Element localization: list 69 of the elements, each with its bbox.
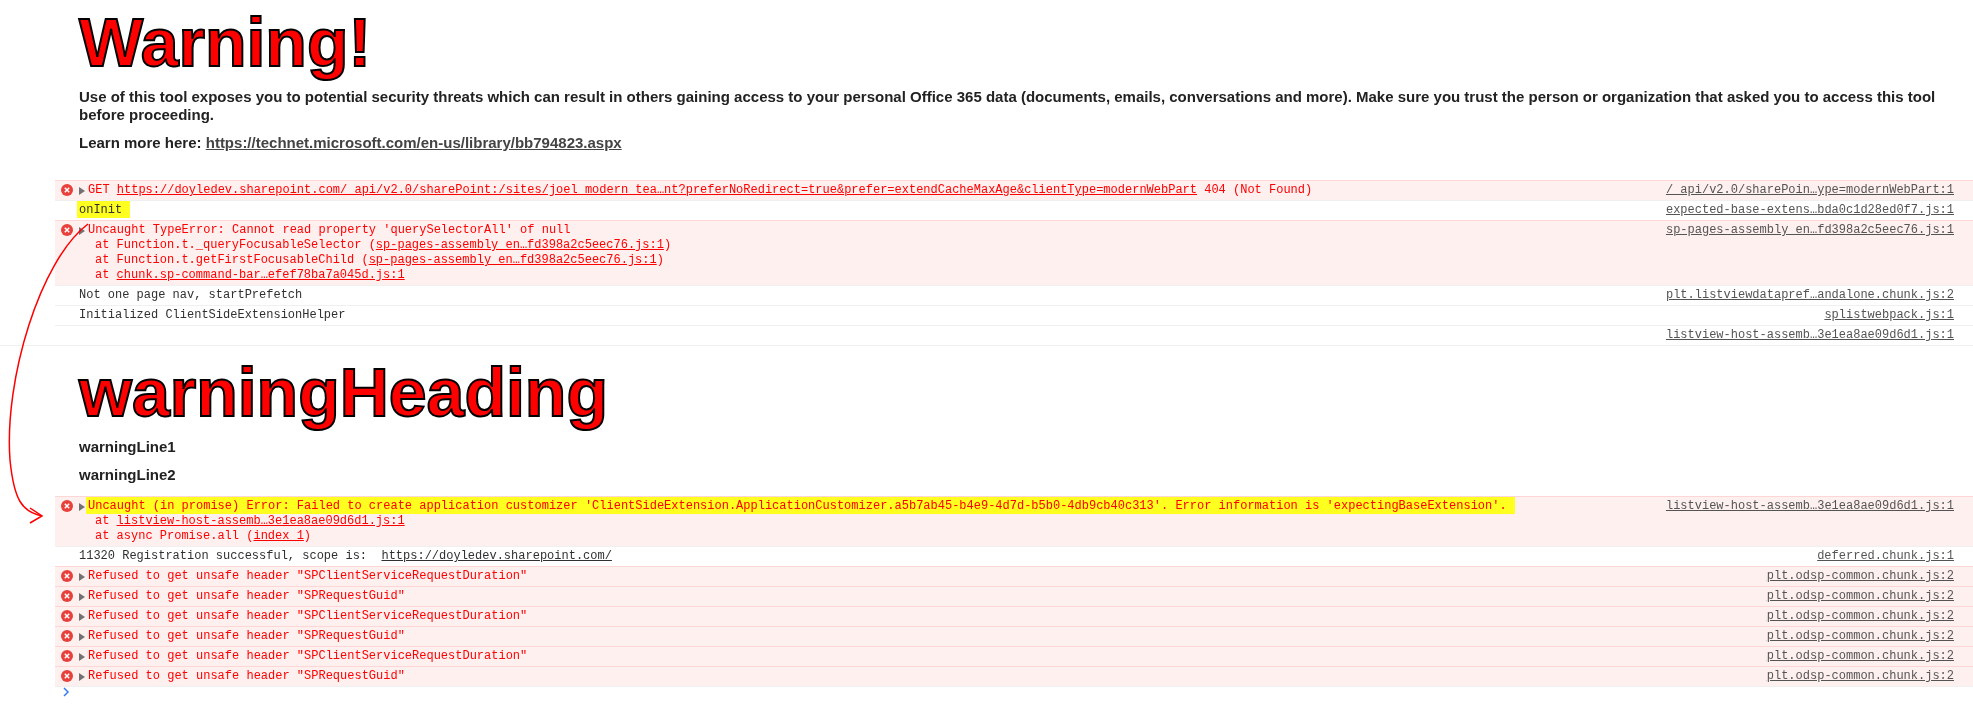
source-link[interactable]: listview-host-assemb…3e1ea8ae09d6d1.js:1 [1665, 499, 1954, 514]
expand-triangle-icon[interactable] [79, 632, 85, 641]
message-text: at [95, 268, 111, 282]
message-text: ) [303, 529, 312, 543]
error-icon [61, 650, 73, 662]
console-link[interactable]: sp-pages-assembly_en…fd398a2c5eec76.js:1 [368, 253, 657, 267]
message-text: at [95, 514, 111, 528]
message-text: Refused to get unsafe header "SPRequestGuid" [88, 629, 405, 643]
message-text: 11320 Registration successful, scope is: [79, 549, 369, 563]
source-link[interactable]: expected-base-extens…bda0c1d28ed0f7.js:1 [1665, 203, 1954, 218]
console-link[interactable]: https://doyledev.sharepoint.com/_api/v2.0/sharePoint:/sites/joel_modern_tea…nt?preferNoRedirect=true&prefer=extendCacheMaxAge&clientType=modernWebPart [116, 183, 1197, 197]
message-text: Uncaught TypeError: Cannot read property 'querySelectorAll' of null [88, 223, 571, 237]
message-text: Refused to get unsafe header "SPRequestGuid" [88, 589, 405, 603]
console-link[interactable]: chunk.sp-command-bar…efef78ba7a045d.js:1 [116, 268, 405, 282]
console-link[interactable]: index 1 [253, 529, 304, 543]
error-icon [61, 610, 73, 622]
message-text: onInit [79, 203, 123, 217]
source-link[interactable]: plt.odsp-common.chunk.js:2 [1766, 669, 1954, 684]
warning-paragraph: Learn more here: https://technet.microsoft.com/en-us/library/bb794823.aspx [79, 134, 623, 152]
warning-paragraph: warningLine1 [79, 438, 177, 456]
source-link[interactable]: /_api/v2.0/sharePoin…ype=modernWebPart:1 [1665, 183, 1954, 198]
warning-heading: Warning! [79, 6, 372, 78]
message-text: Refused to get unsafe header "SPClientServiceRequestDuration" [88, 649, 528, 663]
warning-paragraph: warningLine2 [79, 466, 177, 484]
source-link[interactable]: plt.odsp-common.chunk.js:2 [1766, 609, 1954, 624]
message-text: Refused to get unsafe header "SPClientServiceRequestDuration" [88, 609, 528, 623]
warning-heading: warningHeading [79, 356, 608, 428]
message-text: at Function.t.getFirstFocusableChild ( [95, 253, 369, 267]
console-link[interactable]: https://doyledev.sharepoint.com/ [381, 549, 612, 563]
message-text: 404 (Not Found) [1203, 183, 1313, 197]
expand-triangle-icon[interactable] [79, 612, 85, 621]
prompt-icon[interactable] [61, 687, 71, 697]
source-link[interactable]: listview-host-assemb…3e1ea8ae09d6d1.js:1 [1665, 328, 1954, 343]
message-text: Uncaught (in promise) Error: Failed to create application customizer 'ClientSideExtension.ApplicationCustomizer.a5b7ab45-b4e9-4d7d-b5b0-4db9cb40c313'. Error information is 'expectingBaseExtension'. [88, 499, 1507, 513]
error-icon [61, 500, 73, 512]
message-text: at async Promise.all ( [95, 529, 254, 543]
expand-triangle-icon[interactable] [79, 502, 85, 511]
warning-paragraph: Use of this tool exposes you to potential security threats which can result in others gaining access to your personal Office 365 data (documents, emails, conversations and more). Make sure you trust the person or organization that asked you to access this tool before proceeding. [79, 88, 1937, 124]
source-link[interactable]: splistwebpack.js:1 [1824, 308, 1954, 323]
expand-triangle-icon[interactable] [79, 672, 85, 681]
message-text: ) [656, 253, 664, 267]
error-icon [61, 184, 73, 196]
error-icon [61, 224, 73, 236]
source-link[interactable]: deferred.chunk.js:1 [1817, 549, 1954, 564]
console-link[interactable]: sp-pages-assembly_en…fd398a2c5eec76.js:1 [375, 238, 664, 252]
expand-triangle-icon[interactable] [79, 186, 85, 195]
source-link[interactable]: plt.odsp-common.chunk.js:2 [1766, 649, 1954, 664]
expand-triangle-icon[interactable] [79, 592, 85, 601]
message-text: GET [88, 183, 111, 197]
console-link[interactable]: listview-host-assemb…3e1ea8ae09d6d1.js:1 [116, 514, 405, 528]
message-text: Initialized ClientSideExtensionHelper [79, 308, 346, 322]
message-text: Not one page nav, startPrefetch [79, 288, 303, 302]
expand-triangle-icon[interactable] [79, 572, 85, 581]
message-text: ) [663, 238, 672, 252]
message-text: Refused to get unsafe header "SPRequestGuid" [88, 669, 405, 683]
source-link[interactable]: plt.listviewdatapref…andalone.chunk.js:2 [1665, 288, 1954, 303]
message-text: Refused to get unsafe header "SPClientServiceRequestDuration" [88, 569, 528, 583]
error-icon [61, 630, 73, 642]
expand-triangle-icon[interactable] [79, 226, 85, 235]
source-link[interactable]: plt.odsp-common.chunk.js:2 [1766, 569, 1954, 584]
source-link[interactable]: plt.odsp-common.chunk.js:2 [1766, 589, 1954, 604]
error-icon [61, 590, 73, 602]
learn-more-link[interactable]: https://technet.microsoft.com/en-us/library/bb794823.aspx [205, 134, 622, 151]
source-link[interactable]: sp-pages-assembly_en…fd398a2c5eec76.js:1 [1665, 223, 1954, 238]
error-icon [61, 670, 73, 682]
expand-triangle-icon[interactable] [79, 652, 85, 661]
message-text: at Function.t._queryFocusableSelector ( [95, 238, 376, 252]
source-link[interactable]: plt.odsp-common.chunk.js:2 [1766, 629, 1954, 644]
error-icon [61, 570, 73, 582]
